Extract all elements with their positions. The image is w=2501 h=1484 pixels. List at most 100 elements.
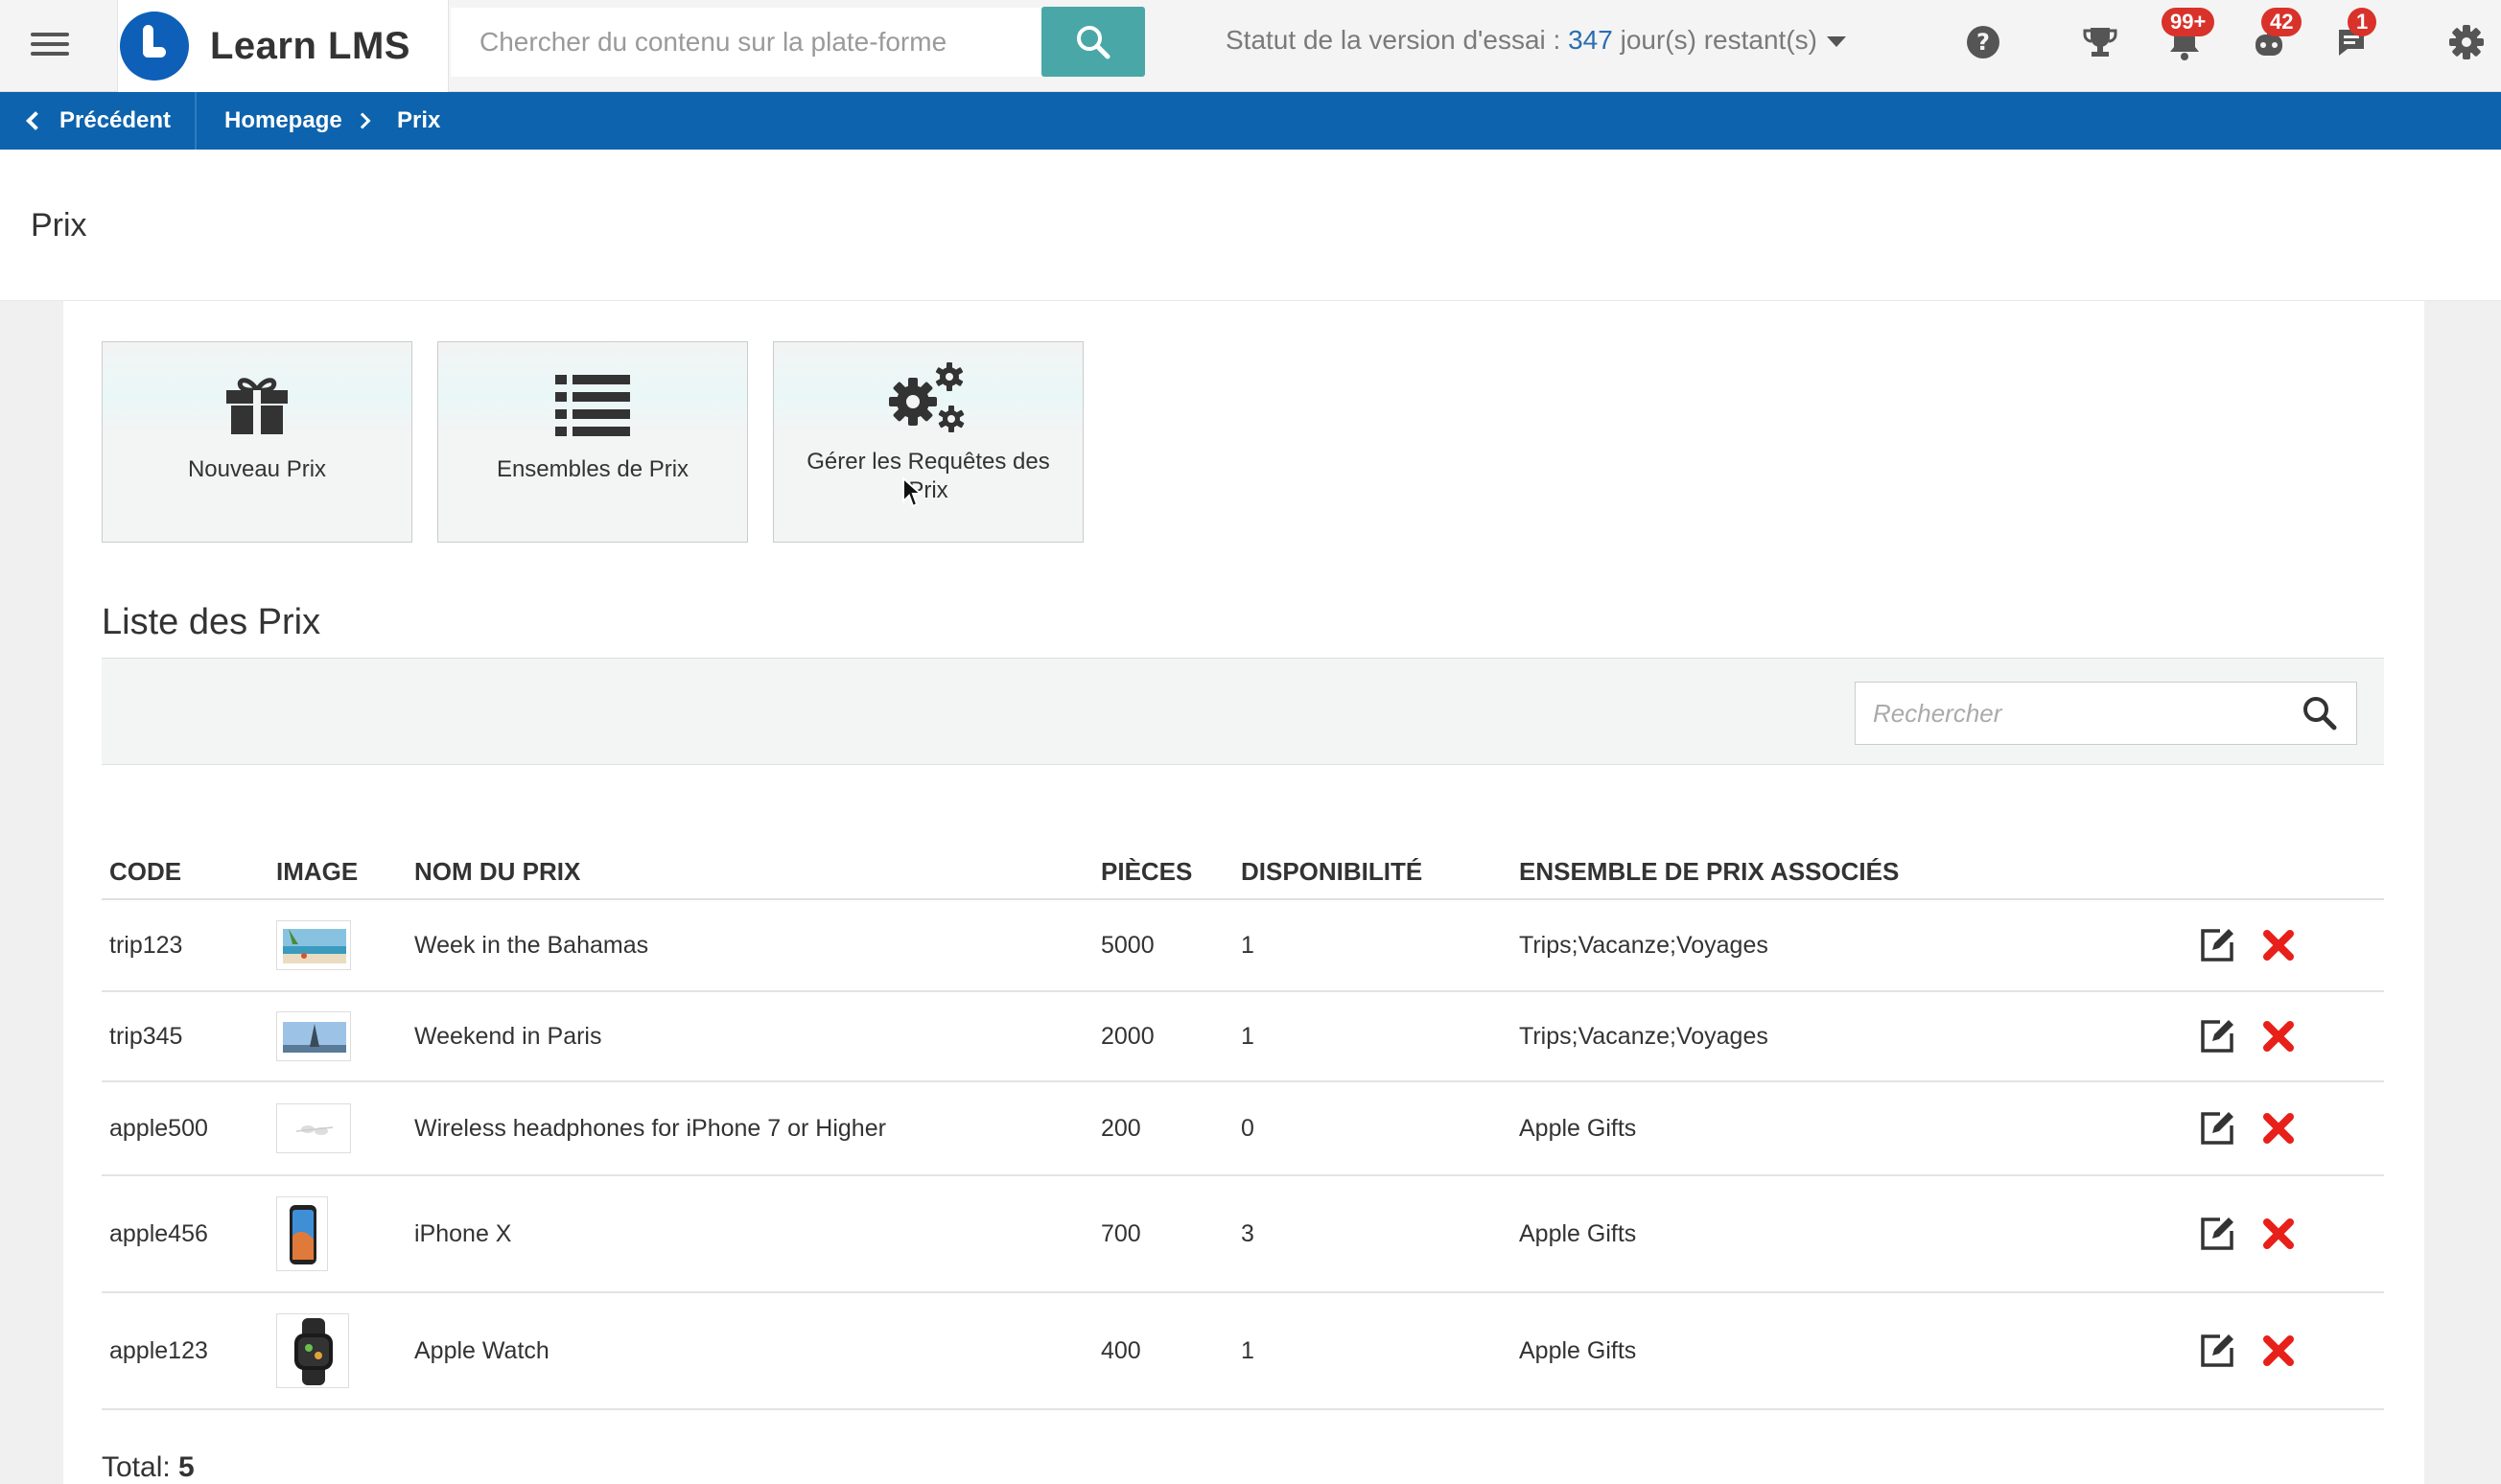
column-header-pieces[interactable]: PIÈCES xyxy=(1093,846,1233,900)
page-title: Prix xyxy=(31,207,87,243)
chevron-right-icon xyxy=(354,112,371,129)
edit-icon[interactable] xyxy=(2197,1109,2235,1148)
new-prize-tile[interactable]: Nouveau Prix xyxy=(102,341,412,543)
table-row: trip123 Week in the Bahamas 5000 1 Trips… xyxy=(102,899,2384,992)
cell-actions xyxy=(2048,991,2384,1082)
edit-icon[interactable] xyxy=(2197,926,2235,964)
notifications-badge: 99+ xyxy=(2162,8,2215,36)
cell-pieces: 5000 xyxy=(1093,899,1233,992)
delete-icon[interactable] xyxy=(2259,926,2298,964)
menu-icon[interactable] xyxy=(31,27,69,65)
notifications-bell-icon[interactable]: 99+ xyxy=(2162,8,2215,65)
cell-pieces: 700 xyxy=(1093,1175,1233,1293)
column-header-sets[interactable]: ENSEMBLE DE PRIX ASSOCIÉS xyxy=(1511,846,2048,900)
cell-sets: Apple Gifts xyxy=(1511,1081,2048,1176)
beach-thumbnail[interactable] xyxy=(276,920,351,970)
trophy-icon[interactable] xyxy=(2081,23,2123,65)
tile-label: Ensembles de Prix xyxy=(496,456,690,482)
paris-thumbnail[interactable] xyxy=(276,1011,351,1061)
app-name: Learn LMS xyxy=(210,24,410,67)
breadcrumb-prix[interactable]: Prix xyxy=(397,92,440,150)
logo[interactable]: Learn LMS xyxy=(117,0,449,92)
breadcrumb-homepage[interactable]: Homepage xyxy=(224,92,342,150)
edit-icon[interactable] xyxy=(2197,1017,2235,1055)
list-toolbar xyxy=(102,658,2384,765)
top-bar: Learn LMS Statut de la version d'essai :… xyxy=(0,0,2501,92)
cell-actions xyxy=(2048,899,2384,992)
column-header-name[interactable]: NOM DU PRIX xyxy=(407,846,1093,900)
prize-sets-tile[interactable]: Ensembles de Prix xyxy=(437,341,748,543)
trial-suffix: jour(s) restant(s) xyxy=(1612,25,1817,55)
help-icon[interactable]: ? xyxy=(1964,23,2006,65)
caret-down-icon xyxy=(1826,36,1846,48)
cell-sets: Apple Gifts xyxy=(1511,1175,2048,1293)
column-header-code[interactable]: CODE xyxy=(102,846,269,900)
cell-name: Apple Watch xyxy=(407,1292,1093,1410)
cell-pieces: 400 xyxy=(1093,1292,1233,1410)
title-panel: Prix xyxy=(0,150,2501,301)
cell-code: apple500 xyxy=(102,1081,269,1176)
phone-thumbnail[interactable] xyxy=(276,1196,328,1271)
cell-pieces: 200 xyxy=(1093,1081,1233,1176)
cell-actions xyxy=(2048,1175,2384,1293)
bot-badge: 42 xyxy=(2261,8,2302,36)
cell-availability: 1 xyxy=(1233,899,1511,992)
edit-icon[interactable] xyxy=(2197,1215,2235,1253)
total-count: Total: 5 xyxy=(102,1451,195,1484)
cell-name: Weekend in Paris xyxy=(407,991,1093,1082)
total-value: 5 xyxy=(178,1451,195,1483)
back-label: Précédent xyxy=(59,107,172,133)
cell-sets: Apple Gifts xyxy=(1511,1292,2048,1410)
total-label: Total: xyxy=(102,1451,179,1483)
cell-sets: Trips;Vacanze;Voyages xyxy=(1511,899,2048,992)
cell-sets: Trips;Vacanze;Voyages xyxy=(1511,991,2048,1082)
edit-icon[interactable] xyxy=(2197,1332,2235,1370)
chevron-left-icon xyxy=(26,111,45,130)
cell-image xyxy=(269,899,407,992)
chat-icon[interactable]: 1 xyxy=(2334,8,2377,65)
settings-gear-icon[interactable] xyxy=(2447,23,2489,65)
earbuds-thumbnail[interactable] xyxy=(276,1103,351,1153)
table-row: apple500 Wireless headphones for iPhone … xyxy=(102,1081,2384,1176)
column-header-actions xyxy=(2048,846,2384,900)
messages-badge: 1 xyxy=(2348,8,2377,36)
delete-icon[interactable] xyxy=(2259,1109,2298,1148)
table-row: apple456 iPhone X 700 3 Apple Gifts xyxy=(102,1175,2384,1293)
bot-icon[interactable]: 42 xyxy=(2250,8,2302,65)
trial-days: 347 xyxy=(1568,25,1613,55)
platform-search-button[interactable] xyxy=(1041,7,1145,77)
manage-prize-requests-tile[interactable]: Gérer les Requêtes des Prix xyxy=(773,341,1084,543)
breadcrumb-divider xyxy=(195,92,197,150)
cell-code: apple123 xyxy=(102,1292,269,1410)
delete-icon[interactable] xyxy=(2259,1332,2298,1370)
cell-image xyxy=(269,991,407,1082)
search-icon[interactable] xyxy=(2301,694,2339,732)
table-row: trip345 Weekend in Paris 2000 1 Trips;Va… xyxy=(102,991,2384,1082)
cell-image xyxy=(269,1081,407,1176)
cell-code: trip123 xyxy=(102,899,269,992)
cell-availability: 3 xyxy=(1233,1175,1511,1293)
search-icon xyxy=(1077,25,1110,58)
cell-image xyxy=(269,1175,407,1293)
table-row: apple123 Apple Watch 400 1 Apple Gifts xyxy=(102,1292,2384,1410)
list-search xyxy=(1855,682,2357,745)
back-button[interactable]: Précédent xyxy=(26,92,172,150)
breadcrumb: Précédent Homepage Prix xyxy=(0,92,2501,150)
mouse-cursor-icon xyxy=(902,476,923,508)
platform-search-input[interactable] xyxy=(451,8,1041,77)
delete-icon[interactable] xyxy=(2259,1215,2298,1253)
cell-name: Wireless headphones for iPhone 7 or High… xyxy=(407,1081,1093,1176)
list-search-input[interactable] xyxy=(1856,683,2278,744)
delete-icon[interactable] xyxy=(2259,1017,2298,1055)
tile-label: Gérer les Requêtes des Prix xyxy=(806,449,1050,503)
cell-actions xyxy=(2048,1081,2384,1176)
cell-code: apple456 xyxy=(102,1175,269,1293)
trial-status-dropdown[interactable]: Statut de la version d'essai : 347 jour(… xyxy=(1226,25,1846,56)
watch-thumbnail[interactable] xyxy=(276,1313,349,1388)
gears-icon xyxy=(774,361,1083,432)
column-header-availability[interactable]: DISPONIBILITÉ xyxy=(1233,846,1511,900)
logo-icon xyxy=(120,12,189,81)
cell-availability: 1 xyxy=(1233,1292,1511,1410)
prizes-table: CODE IMAGE NOM DU PRIX PIÈCES DISPONIBIL… xyxy=(102,846,2384,1410)
cell-pieces: 2000 xyxy=(1093,991,1233,1082)
